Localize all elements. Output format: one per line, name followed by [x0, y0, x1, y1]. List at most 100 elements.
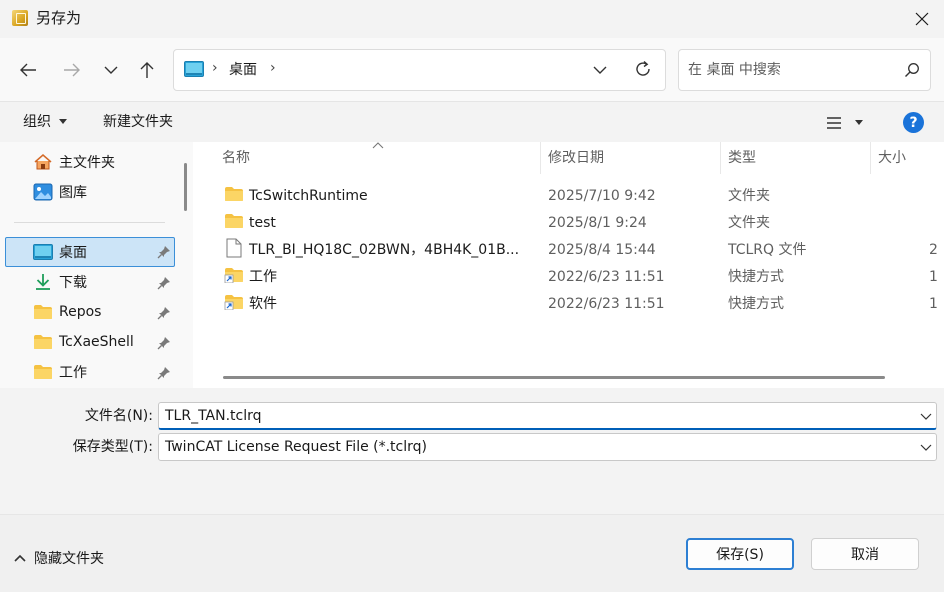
column-divider[interactable] — [870, 142, 871, 174]
file-name: test — [249, 215, 276, 231]
download-icon — [33, 272, 53, 292]
filename-input[interactable]: TLR_TAN.tclrq — [158, 402, 937, 430]
pin-icon[interactable] — [157, 336, 171, 350]
file-size: 2 — [929, 242, 938, 258]
close-button[interactable] — [900, 0, 944, 38]
file-date: 2022/6/23 11:51 — [548, 296, 665, 312]
sidebar-item-label: 桌面 — [59, 245, 87, 261]
back-button[interactable] — [12, 54, 44, 86]
column-header-size[interactable]: 大小 — [878, 150, 906, 166]
file-date: 2025/8/1 9:24 — [548, 215, 647, 231]
recent-locations-button[interactable] — [95, 54, 127, 86]
file-date: 2025/7/10 9:42 — [548, 188, 656, 204]
folder-icon — [33, 332, 53, 352]
folder-shortcut-icon — [224, 268, 243, 283]
up-button[interactable] — [131, 54, 163, 86]
file-type: 文件夹 — [728, 215, 770, 231]
file-name: 软件 — [249, 296, 277, 312]
gallery-icon — [33, 182, 53, 202]
help-icon: ? — [909, 114, 918, 131]
arrow-right-icon — [64, 63, 80, 77]
refresh-button[interactable] — [627, 53, 659, 85]
close-icon — [915, 12, 929, 26]
address-history-button[interactable] — [584, 54, 616, 86]
new-folder-button[interactable]: 新建文件夹 — [103, 112, 173, 132]
filetype-label: 保存类型(T): — [72, 439, 153, 455]
navigation-pane-scrollbar[interactable] — [184, 163, 187, 211]
pin-icon[interactable] — [157, 366, 171, 380]
sidebar-item-desktop[interactable]: 桌面 — [33, 237, 175, 267]
file-type: 快捷方式 — [728, 296, 784, 312]
pin-icon[interactable] — [157, 276, 171, 290]
desktop-icon — [33, 242, 53, 262]
file-name: 工作 — [249, 269, 277, 285]
sidebar-item-label: Repos — [59, 304, 102, 320]
arrow-left-icon — [20, 63, 36, 77]
sidebar-item-repos[interactable]: Repos — [33, 297, 101, 327]
column-header-type[interactable]: 类型 — [728, 150, 756, 166]
file-name: TcSwitchRuntime — [249, 188, 368, 204]
column-divider[interactable] — [540, 142, 541, 174]
folder-icon — [33, 362, 53, 382]
app-icon — [12, 10, 28, 26]
view-options-button[interactable] — [826, 114, 870, 132]
folder-icon — [33, 302, 53, 322]
search-icon[interactable] — [904, 62, 920, 78]
sidebar-item-label: TcXaeShell — [59, 334, 134, 350]
sidebar-item-home[interactable]: 主文件夹 — [33, 147, 115, 177]
hide-folders-label: 隐藏文件夹 — [34, 551, 104, 567]
file-type: 快捷方式 — [728, 269, 784, 285]
file-size: 1 — [929, 269, 938, 285]
home-icon — [33, 152, 53, 172]
help-button[interactable]: ? — [903, 112, 924, 133]
dialog-footer — [0, 514, 944, 592]
chevron-up-icon — [14, 554, 26, 562]
file-list-scrollbar[interactable] — [223, 376, 885, 379]
chevron-down-icon — [593, 66, 607, 74]
caret-down-icon — [59, 119, 68, 124]
column-header-date[interactable]: 修改日期 — [548, 150, 604, 166]
filename-label: 文件名(N): — [84, 408, 153, 424]
file-date: 2022/6/23 11:51 — [548, 269, 665, 285]
pin-icon[interactable] — [157, 245, 171, 259]
arrow-up-icon — [140, 62, 154, 78]
filetype-value: TwinCAT License Request File (*.tclrq) — [165, 439, 427, 455]
file-date: 2025/8/4 15:44 — [548, 242, 656, 258]
forward-button[interactable] — [56, 54, 88, 86]
title-bar — [0, 0, 944, 38]
chevron-down-icon[interactable] — [919, 409, 933, 423]
organize-button[interactable]: 组织 — [23, 112, 68, 132]
sidebar-item-tcxaeshell[interactable]: TcXaeShell — [33, 327, 134, 357]
breadcrumb-separator: › — [212, 60, 218, 76]
organize-label: 组织 — [23, 114, 51, 130]
sidebar-item-label: 主文件夹 — [59, 155, 115, 171]
sidebar-item-label: 图库 — [59, 185, 87, 201]
folder-icon — [225, 187, 243, 201]
save-button[interactable]: 保存(S) — [686, 538, 794, 570]
hide-folders-button[interactable]: 隐藏文件夹 — [14, 548, 104, 568]
sidebar-item-gallery[interactable]: 图库 — [33, 177, 87, 207]
chevron-down-icon[interactable] — [919, 440, 933, 454]
pin-icon[interactable] — [157, 306, 171, 320]
filename-value: TLR_TAN.tclrq — [165, 408, 262, 424]
list-view-icon — [827, 117, 841, 129]
search-placeholder: 在 桌面 中搜索 — [688, 62, 781, 78]
chevron-down-icon — [104, 66, 118, 74]
folder-shortcut-icon — [224, 295, 243, 310]
file-type: 文件夹 — [728, 188, 770, 204]
filetype-select[interactable]: TwinCAT License Request File (*.tclrq) — [158, 433, 937, 461]
file-size: 1 — [929, 296, 938, 312]
breadcrumb-location[interactable]: 桌面 — [229, 60, 257, 80]
column-header-name[interactable]: 名称 — [222, 150, 250, 166]
cancel-button[interactable]: 取消 — [811, 538, 919, 570]
breadcrumb-separator[interactable]: › — [270, 60, 276, 76]
file-icon — [226, 238, 242, 258]
folder-icon — [225, 214, 243, 228]
sidebar-item-label: 下载 — [59, 275, 87, 291]
window-title: 另存为 — [36, 9, 82, 27]
sidebar-item-work[interactable]: 工作 — [33, 357, 87, 387]
column-divider[interactable] — [720, 142, 721, 174]
sidebar-item-downloads[interactable]: 下载 — [33, 267, 87, 297]
desktop-icon — [184, 61, 204, 77]
sort-ascending-icon — [372, 142, 384, 149]
